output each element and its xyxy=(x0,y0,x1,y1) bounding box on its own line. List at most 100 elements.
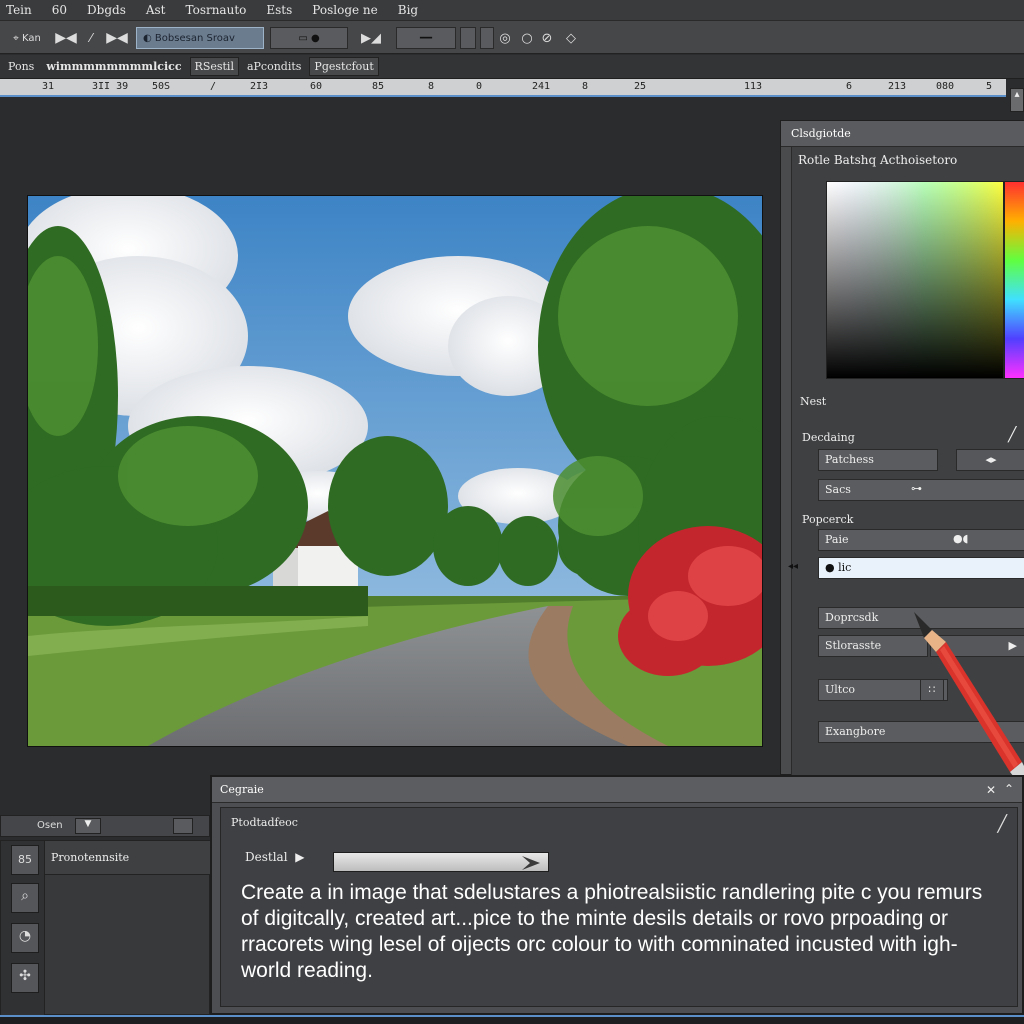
options-bar: Pons wimmmmmmmmlcicc RSestil aPcondits P… xyxy=(0,55,1024,79)
options-tab-2[interactable]: Pgestcfout xyxy=(309,57,379,76)
preset-dropdown[interactable]: ◐ Bobsesan Sroav xyxy=(136,27,264,49)
landscape-image xyxy=(28,196,762,746)
pen-icon[interactable]: ╱ xyxy=(1008,427,1016,443)
slider-arrow-icon xyxy=(522,856,540,870)
shape-select[interactable]: ▭ ● xyxy=(270,27,348,49)
panel-body: Rotle Batshq Acthoisetoro Nest Decdaing … xyxy=(788,147,1024,776)
ruler-tick: 8 xyxy=(582,81,589,92)
dialog-title: Cegraie xyxy=(212,777,1022,803)
move-tool-icon[interactable]: ✣ xyxy=(11,963,39,993)
cursor-icon[interactable]: ◂▸ xyxy=(956,449,1024,471)
section-decoding-label: Decdaing xyxy=(802,431,855,444)
ruler-tick: 5 xyxy=(986,81,993,92)
mode-selector[interactable]: ⌖ Kan xyxy=(4,27,50,49)
doprcsdk-field[interactable]: Doprcsdk xyxy=(818,607,1024,629)
close-icon[interactable]: ✕ xyxy=(986,783,996,797)
play-arrow-icon: ▶ xyxy=(291,850,305,864)
toggle-icon: ●◖ xyxy=(953,532,969,545)
menu-item-8[interactable]: Big xyxy=(392,3,432,17)
image-canvas[interactable] xyxy=(28,196,762,746)
menu-item-2[interactable]: 60 xyxy=(46,3,81,17)
play-button-icon[interactable]: ▶ xyxy=(930,635,1024,657)
dock-dropdown-icon[interactable]: ▼ xyxy=(75,818,101,834)
menu-item-4[interactable]: Ast xyxy=(140,3,180,17)
ruler-tick: 080 xyxy=(936,81,955,92)
toolbar: ⌖ Kan ▶◀ ⁄ ▶◀ ◐ Bobsesan Sroav ▭ ● ▶◢ ━━… xyxy=(0,20,1024,54)
brush-size-field[interactable]: ━━ xyxy=(396,27,456,49)
search-icon[interactable]: ⌕ xyxy=(11,883,39,913)
wand-icon[interactable]: ⁄ xyxy=(82,27,100,49)
target-icon[interactable]: ◎ xyxy=(496,27,514,49)
status-bar xyxy=(0,1015,1024,1024)
rewind-icon[interactable]: ▶◀ xyxy=(104,27,130,49)
options-label-1: Pons xyxy=(8,60,35,73)
swatch-square-2[interactable] xyxy=(480,27,494,49)
dock-top-label: Osen xyxy=(37,820,63,831)
ruler-tick: 31 xyxy=(42,81,55,92)
stepper-icon[interactable]: ∷ xyxy=(920,679,944,701)
dialog-body: Ptodtadfeoc ╱ Destlal ▶ Create a in imag… xyxy=(220,807,1018,1007)
mode-label: Kan xyxy=(21,32,41,44)
ruler-tick: 213 xyxy=(888,81,907,92)
section-nest-label: Nest xyxy=(800,395,827,408)
slider-label-text: Destlal xyxy=(245,850,288,864)
link-icon: ⊶ xyxy=(911,482,922,495)
no-entry-icon[interactable]: ⊘ xyxy=(538,27,556,49)
ruler-tick: 25 xyxy=(634,81,647,92)
menu-item-6[interactable]: Ests xyxy=(260,3,306,17)
dialog-subtitle: Ptodtadfeoc xyxy=(231,816,298,829)
panel-title: Clsdgiotde xyxy=(781,121,1024,147)
ruler-tick: 0 xyxy=(476,81,483,92)
lasso-icon[interactable]: ◔ xyxy=(11,923,39,953)
paie-label: Paie xyxy=(825,533,849,546)
color-value-field[interactable]: ● lic xyxy=(818,557,1024,579)
options-tab-1[interactable]: RSestil xyxy=(189,57,239,76)
eraser-icon[interactable]: ◇ xyxy=(562,27,580,49)
sacs-label: Sacs xyxy=(825,483,851,496)
transform-icon[interactable]: ▶◢ xyxy=(354,27,388,49)
horizontal-ruler: 31 3II 39 50S / 2I3 60 85 8 0 241 8 25 1… xyxy=(0,79,1006,97)
circle-icon[interactable]: ○ xyxy=(518,27,536,49)
edit-pen-icon[interactable]: ╱ xyxy=(997,814,1007,833)
slider-label: Destlal ▶ xyxy=(245,850,304,864)
preset-label: Bobsesan Sroav xyxy=(154,32,235,44)
options-label-2: wimmmmmmmmlcicc xyxy=(46,60,182,73)
prompt-text[interactable]: Create a in image that sdelustares a phi… xyxy=(241,880,1001,984)
panel-subtitle: Rotle Batshq Acthoisetoro xyxy=(798,153,958,167)
options-label-3: aPcondits xyxy=(246,60,302,73)
color-picker-field[interactable] xyxy=(826,181,1004,379)
exangbore-field[interactable]: Exangbore xyxy=(818,721,1024,743)
destination-slider[interactable] xyxy=(333,852,549,872)
sacs-field[interactable]: Sacs ⊶ xyxy=(818,479,1024,501)
menu-item-3[interactable]: Dbgds xyxy=(81,3,140,17)
brush-icon: ◐ xyxy=(143,32,152,44)
swatch-square-1[interactable] xyxy=(460,27,476,49)
collapse-icon[interactable]: ⌃ xyxy=(1004,782,1014,796)
paie-field[interactable]: Paie ●◖ xyxy=(818,529,1024,551)
ruler-tick: 241 xyxy=(532,81,551,92)
hue-slider[interactable] xyxy=(1004,181,1024,379)
generate-dialog: Cegraie ✕ ⌃ Ptodtadfeoc ╱ Destlal ▶ Crea… xyxy=(210,775,1024,1015)
app-window: Tein 60 Dbgds Ast Tosrnauto Ests Posloge… xyxy=(0,0,1024,1024)
ruler-scroll-button[interactable]: ▴ xyxy=(1010,88,1024,112)
ruler-tick: 50S xyxy=(152,81,171,92)
ruler-tick: 8 xyxy=(428,81,435,92)
menu-item-7[interactable]: Posloge ne xyxy=(306,3,391,17)
dock-row[interactable]: Pronotennsite xyxy=(45,841,211,875)
ruler-tick: 2I3 xyxy=(250,81,269,92)
ruler-tick: 3II 39 xyxy=(92,81,129,92)
play-icon[interactable]: ▶◀ xyxy=(52,27,80,49)
stlorasste-field[interactable]: Stlorasste xyxy=(818,635,928,657)
menu-bar: Tein 60 Dbgds Ast Tosrnauto Ests Posloge… xyxy=(0,0,1024,20)
menu-item-file[interactable]: Tein xyxy=(0,3,46,17)
ruler-tick: 113 xyxy=(744,81,763,92)
menu-item-5[interactable]: Tosrnauto xyxy=(180,3,261,17)
move-icon: ⌖ xyxy=(13,32,19,44)
ruler-tick: 85 xyxy=(372,81,385,92)
dock-number-badge[interactable]: 85 xyxy=(11,845,39,875)
dock-sidebar: 85 ⌕ ◔ ✣ xyxy=(1,841,45,1016)
ruler-tick: / xyxy=(210,81,217,92)
line-icon: ━━ xyxy=(419,32,433,44)
patches-field[interactable]: Patchess xyxy=(818,449,938,471)
dock-tab-1[interactable] xyxy=(173,818,193,834)
